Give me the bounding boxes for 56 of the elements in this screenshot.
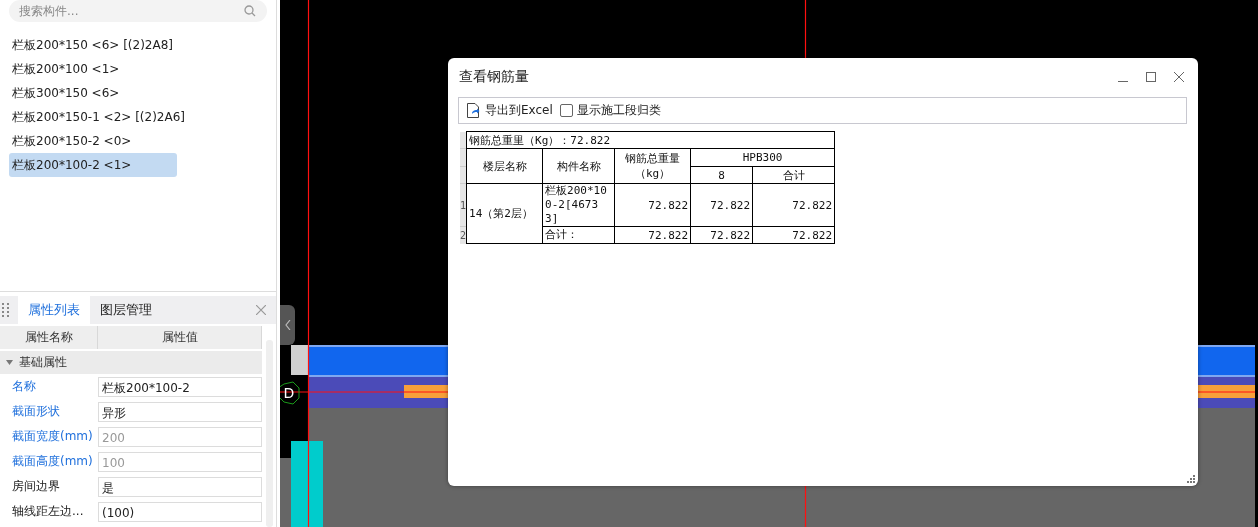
collapse-handle[interactable] [280, 305, 295, 345]
table-cell: 72.822 [690, 183, 753, 227]
dialog-title: 查看钢筋量 [459, 68, 529, 86]
table-cell: 72.822 [690, 226, 753, 244]
axis-bubble [280, 381, 300, 405]
group-row[interactable]: 基础属性 [0, 351, 262, 374]
column-header: HPB300 [690, 148, 835, 167]
property-value-field[interactable]: 异形 [98, 401, 262, 422]
property-name: 轴线距左边... [11, 503, 85, 520]
property-value-field[interactable]: 栏板200*100-2 [98, 376, 262, 397]
panel-tab[interactable]: 属性列表 [18, 296, 90, 324]
property-name: 名称 [11, 378, 37, 395]
checkbox[interactable] [559, 104, 573, 117]
component-item[interactable]: 栏板200*150 <6> [(2)2A8] [9, 33, 177, 57]
search-icon[interactable] [244, 5, 256, 17]
row-number: 2 [460, 226, 467, 244]
resize-grip-icon[interactable] [1187, 475, 1195, 483]
export-icon [466, 103, 480, 118]
component-item[interactable]: 栏板300*150 <6> [9, 81, 177, 105]
property-name: 截面形状 [11, 403, 61, 420]
checkbox-label[interactable]: 显示施工段归类 [576, 102, 661, 119]
maximize-icon[interactable] [1146, 72, 1156, 82]
row-number: 1 [460, 183, 467, 227]
property-name: 截面高度(mm) [11, 453, 94, 470]
close-icon[interactable] [256, 305, 266, 315]
close-icon[interactable] [1174, 72, 1184, 82]
table-cell: 14（第2层） [466, 183, 543, 244]
group-label: 基础属性 [19, 354, 67, 371]
panel-tab[interactable]: 图层管理 [90, 296, 162, 324]
export-button[interactable]: 导出到Excel [466, 102, 553, 119]
table-cell: 72.822 [752, 226, 835, 244]
table-summary: 钢筋总重里（Kg）：72.822 [466, 131, 835, 149]
column-header: 属性名称 [0, 326, 98, 349]
property-value-field[interactable]: 是 [98, 476, 262, 497]
component-item[interactable]: 栏板200*150-1 <2> [(2)2A6] [9, 105, 188, 129]
drag-handle-icon[interactable] [2, 303, 10, 317]
component-item[interactable]: 栏板200*150-2 <0> [9, 129, 177, 153]
property-name: 房间边界 [11, 478, 61, 495]
column-header: 合计 [752, 166, 835, 184]
caret-icon[interactable] [6, 360, 13, 365]
axis-label: D [283, 385, 295, 401]
column-header: 属性值 [98, 326, 262, 349]
component-item[interactable]: 栏板200*100 <1> [9, 57, 177, 81]
search-field[interactable]: 搜索构件... [9, 0, 267, 22]
column-header: 8 [690, 166, 753, 184]
table-cell: 72.822 [614, 226, 691, 244]
table-cell: 72.822 [614, 183, 691, 227]
component-item[interactable]: 栏板200*100-2 <1> [9, 153, 177, 177]
property-name: 截面宽度(mm) [11, 428, 94, 445]
chevron-icon [284, 320, 291, 330]
table-cell: 合计： [545, 228, 579, 242]
table-cell: 72.822 [752, 183, 835, 227]
property-value-field[interactable]: (100) [98, 501, 262, 522]
column-header: 钢筋总重量（kg） [624, 151, 682, 181]
table-cell-text: 栏板200*100-2[46733] [545, 184, 608, 226]
column-header: 构件名称 [542, 148, 615, 184]
